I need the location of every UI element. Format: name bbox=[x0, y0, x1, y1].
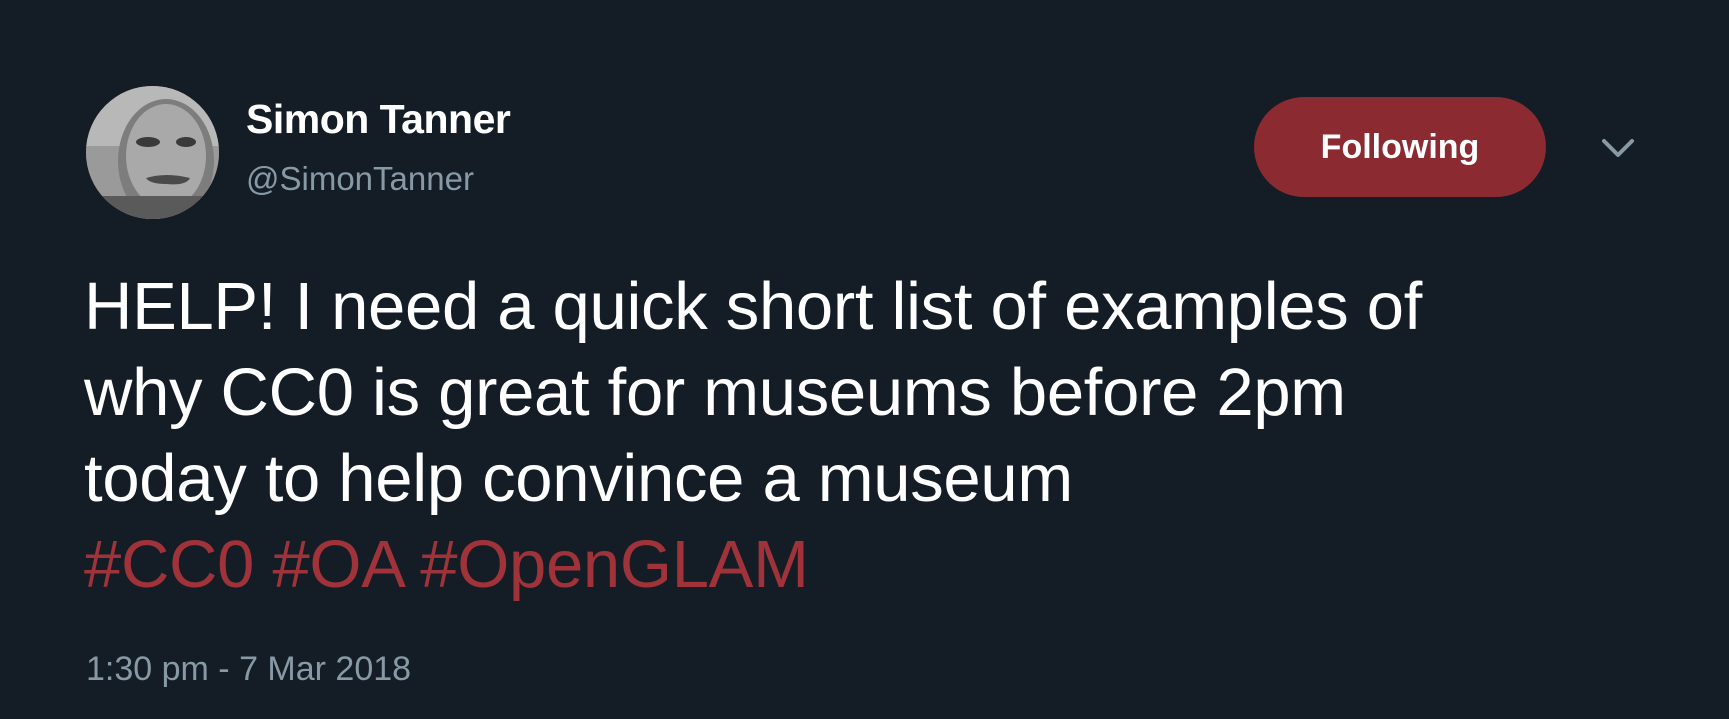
author-handle[interactable]: @SimonTanner bbox=[246, 160, 474, 198]
author-name[interactable]: Simon Tanner bbox=[246, 96, 511, 143]
chevron-down-icon[interactable] bbox=[1596, 133, 1640, 163]
tweet-card: Simon Tanner @SimonTanner Following HELP… bbox=[0, 0, 1729, 719]
tweet-text-line: today to help convince a museum bbox=[84, 441, 1073, 516]
hashtag-oa[interactable]: #OA bbox=[272, 527, 402, 602]
hashtag-openglam[interactable]: #OpenGLAM bbox=[420, 527, 809, 602]
tweet-text: HELP! I need a quick short list of examp… bbox=[84, 264, 1664, 608]
hashtag-cc0[interactable]: #CC0 bbox=[84, 527, 254, 602]
tweet-text-line: HELP! I need a quick short list of examp… bbox=[84, 269, 1423, 344]
avatar-photo bbox=[86, 86, 219, 219]
following-button[interactable]: Following bbox=[1254, 97, 1546, 197]
hashtag-line: #CC0 #OA #OpenGLAM bbox=[84, 522, 1664, 608]
tweet-text-line: why CC0 is great for museums before 2pm bbox=[84, 355, 1346, 430]
avatar[interactable] bbox=[86, 86, 219, 219]
timestamp[interactable]: 1:30 pm - 7 Mar 2018 bbox=[86, 650, 411, 689]
